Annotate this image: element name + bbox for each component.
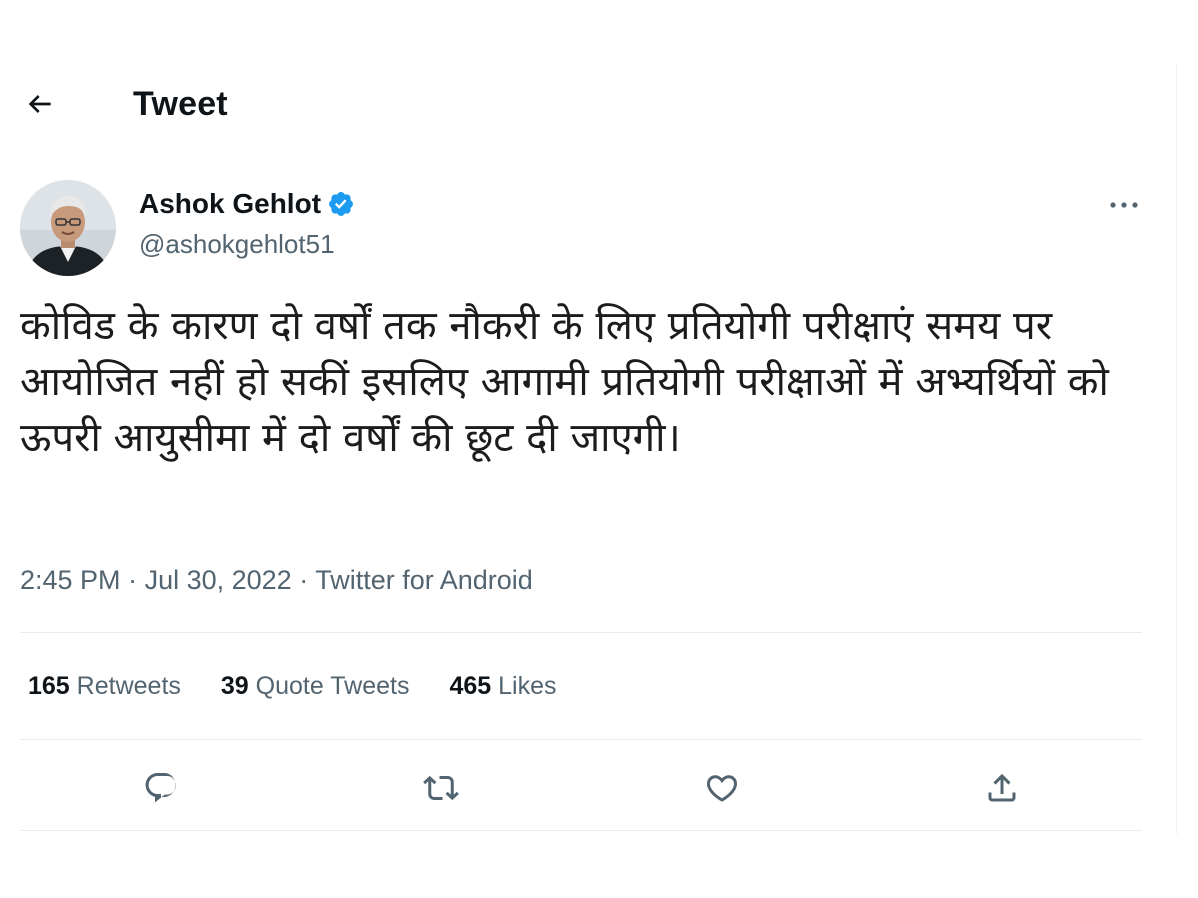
page-title: Tweet xyxy=(133,85,228,123)
likes-count: 465 xyxy=(449,672,492,700)
reply-icon xyxy=(145,773,176,803)
like-button[interactable] xyxy=(698,764,746,812)
more-horizontal-icon xyxy=(1110,202,1138,208)
divider xyxy=(20,739,1142,740)
author-handle[interactable]: @ashokgehlot51 xyxy=(139,226,355,262)
quote-tweets-stat[interactable]: 39 Quote Tweets xyxy=(221,668,410,704)
retweets-count: 165 xyxy=(28,672,70,700)
more-options-button[interactable] xyxy=(1102,190,1146,220)
verified-badge-icon xyxy=(329,192,353,216)
tweet-meta: 2:45 PM · Jul 30, 2022 · Twitter for And… xyxy=(20,562,533,598)
meta-separator: · xyxy=(120,565,145,595)
tweet-stats: 165 Retweets 39 Quote Tweets 465 Likes xyxy=(28,668,597,704)
divider xyxy=(20,830,1142,831)
share-icon xyxy=(988,773,1016,802)
likes-stat[interactable]: 465 Likes xyxy=(449,668,556,704)
retweet-icon xyxy=(423,775,459,801)
tweet-date[interactable]: Jul 30, 2022 xyxy=(145,565,292,595)
retweet-button[interactable] xyxy=(417,764,465,812)
column-border xyxy=(1176,64,1177,834)
tweet-text: कोविड के कारण दो वर्षों तक नौकरी के लिए … xyxy=(20,303,1109,461)
avatar[interactable] xyxy=(20,180,116,276)
meta-separator: · xyxy=(291,565,316,595)
profile-photo xyxy=(20,180,116,276)
retweets-label: Retweets xyxy=(76,672,181,700)
tweet-actions xyxy=(0,758,1176,818)
divider xyxy=(20,632,1142,633)
share-button[interactable] xyxy=(978,764,1026,812)
back-button[interactable] xyxy=(20,84,60,124)
reply-button[interactable] xyxy=(137,764,185,812)
quote-tweets-count: 39 xyxy=(220,672,249,700)
name-row: Ashok Gehlot xyxy=(139,186,355,222)
likes-label: Likes xyxy=(498,672,557,700)
author-name[interactable]: Ashok Gehlot xyxy=(139,186,321,222)
tweet-source[interactable]: Twitter for Android xyxy=(315,565,533,595)
like-icon xyxy=(706,775,738,802)
tweet-header: Tweet xyxy=(0,70,1176,140)
tweet-author: Ashok Gehlot @ashokgehlot51 xyxy=(139,186,355,262)
retweets-stat[interactable]: 165 Retweets xyxy=(28,668,181,704)
arrow-left-icon xyxy=(28,95,51,113)
tweet-time[interactable]: 2:45 PM xyxy=(20,565,121,595)
quote-tweets-label: Quote Tweets xyxy=(255,672,410,700)
